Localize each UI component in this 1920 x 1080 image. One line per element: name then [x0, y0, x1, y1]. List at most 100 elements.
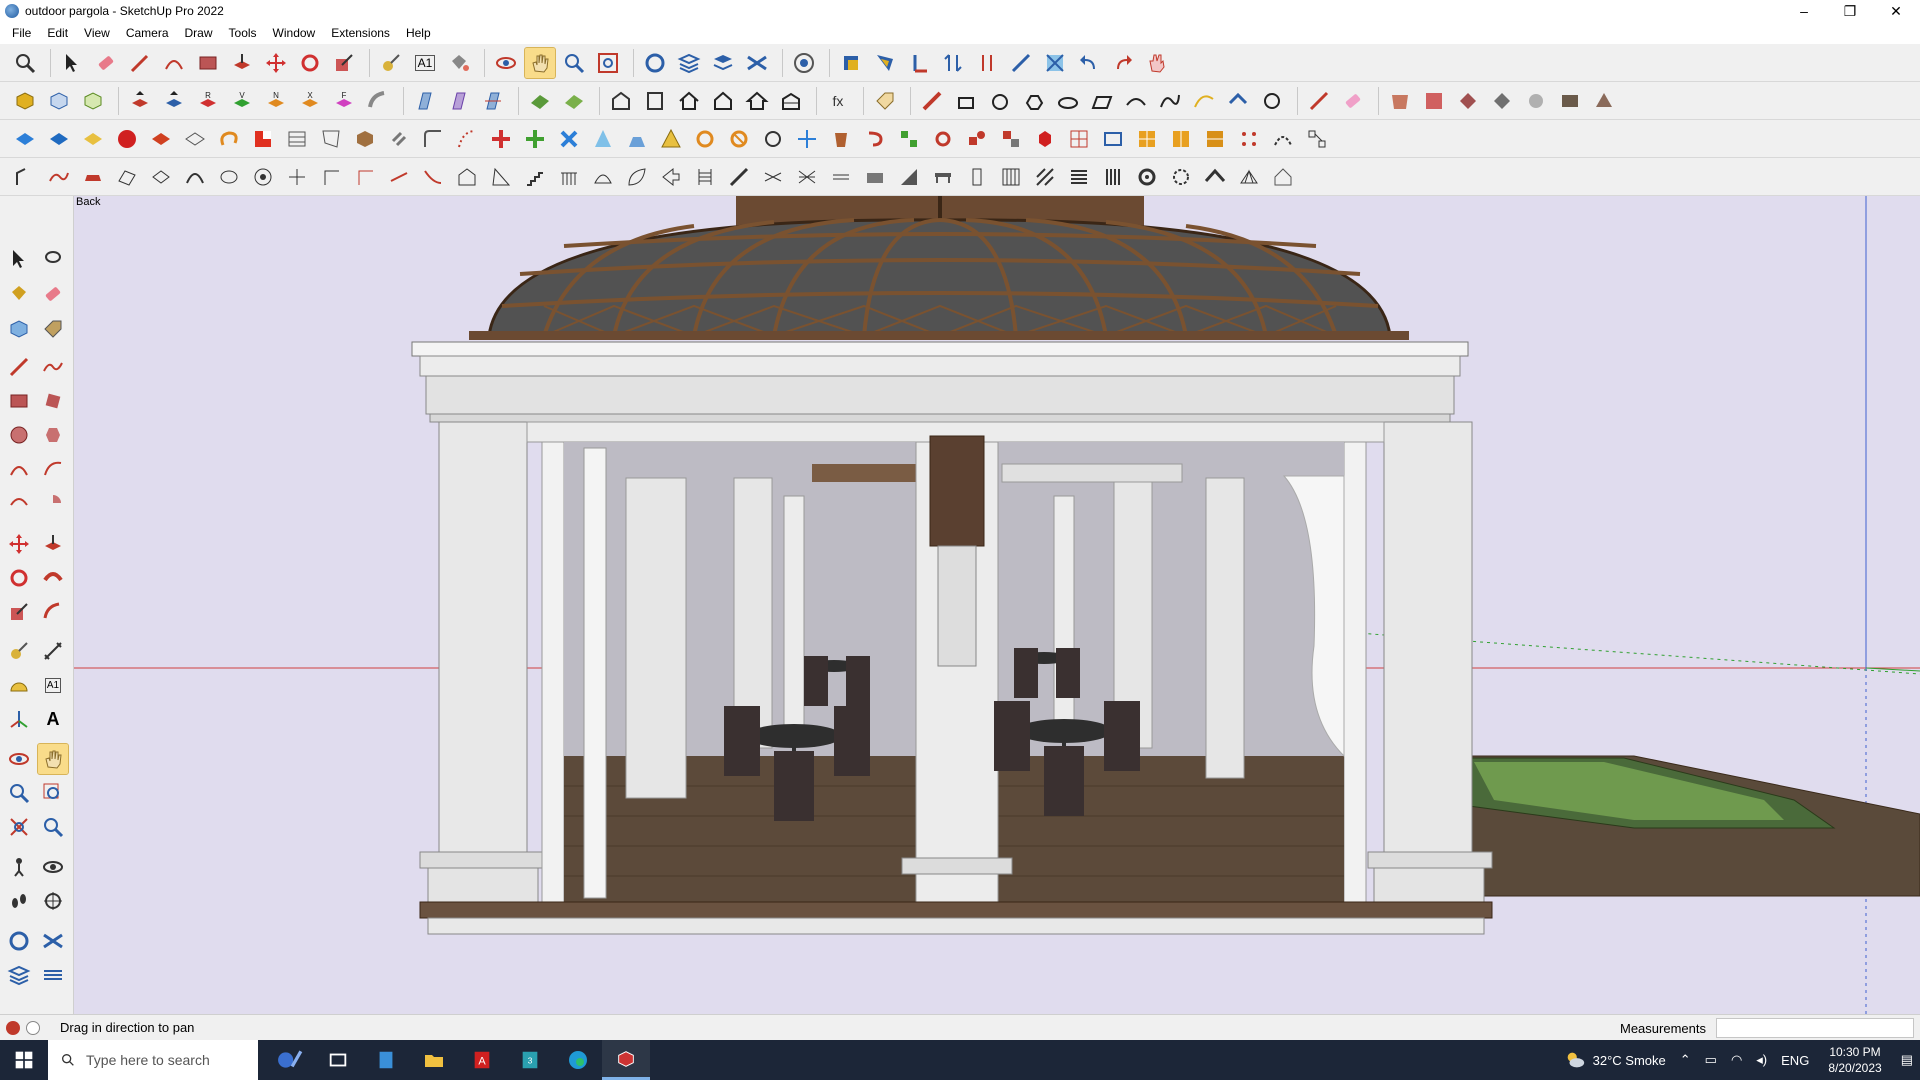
sandbox-contours-icon[interactable]: [525, 86, 555, 116]
blue-diamond-icon[interactable]: [44, 124, 74, 154]
texture-5-icon[interactable]: [1521, 86, 1551, 116]
styles-icon[interactable]: [640, 48, 670, 78]
outline-plane-icon[interactable]: [180, 124, 210, 154]
house-frame-icon[interactable]: [452, 162, 482, 192]
notification-icon[interactable]: ▤: [1901, 1052, 1913, 1068]
outline-shape-4-icon[interactable]: [214, 162, 244, 192]
green-cross-icon[interactable]: [520, 124, 550, 154]
model-info-icon[interactable]: [640, 86, 670, 116]
dome-icon[interactable]: [588, 162, 618, 192]
vertex-tool-icon[interactable]: [10, 162, 40, 192]
start-button[interactable]: [0, 1040, 48, 1080]
link-icon[interactable]: [384, 124, 414, 154]
follow-me-icon[interactable]: [38, 563, 68, 593]
fountain-icon[interactable]: [622, 124, 652, 154]
blue-plane-icon[interactable]: [10, 124, 40, 154]
menu-edit[interactable]: Edit: [39, 26, 76, 40]
previous-view-icon[interactable]: [38, 812, 68, 842]
shape-rect-icon[interactable]: [951, 86, 981, 116]
zoom-extents-icon[interactable]: [4, 812, 34, 842]
bench-icon[interactable]: [928, 162, 958, 192]
zoom-tool-icon[interactable]: [559, 48, 589, 78]
freehand-icon[interactable]: [38, 352, 68, 382]
orange-circle-icon[interactable]: [690, 124, 720, 154]
pan-hand-icon[interactable]: [37, 743, 69, 775]
extension-warehouse-icon[interactable]: [836, 48, 866, 78]
line-icon[interactable]: [4, 352, 34, 382]
paint-bucket-icon[interactable]: [4, 279, 34, 309]
grid-multi-icon[interactable]: [1064, 124, 1094, 154]
text-tool-icon[interactable]: A1: [38, 670, 68, 700]
roof-icon[interactable]: [1200, 162, 1230, 192]
battery-icon[interactable]: ▭: [1705, 1052, 1717, 1068]
shadows-icon[interactable]: [38, 926, 68, 956]
move-icon[interactable]: [261, 48, 291, 78]
menu-view[interactable]: View: [76, 26, 118, 40]
curve-icon[interactable]: [1121, 86, 1151, 116]
red-path-icon[interactable]: [44, 162, 74, 192]
two-point-arc-icon[interactable]: [38, 454, 68, 484]
green-array-icon[interactable]: [894, 124, 924, 154]
multi-line-2-icon[interactable]: [792, 162, 822, 192]
dimension-icon[interactable]: [38, 636, 68, 666]
tape-measure-icon[interactable]: [376, 48, 406, 78]
rotate-small-icon[interactable]: [758, 124, 788, 154]
line-red-icon[interactable]: [384, 162, 414, 192]
styles-icon[interactable]: [4, 926, 34, 956]
chevron-up-icon[interactable]: ⌃: [1680, 1052, 1691, 1068]
3ds-max-icon[interactable]: 3: [506, 1040, 554, 1080]
geo-location-icon[interactable]: [6, 1020, 20, 1035]
shape-circle-icon[interactable]: [985, 86, 1015, 116]
ruler-icon[interactable]: [917, 86, 947, 116]
acrobat-icon[interactable]: A: [458, 1040, 506, 1080]
frame-corner-icon[interactable]: [316, 162, 346, 192]
scale-icon[interactable]: [4, 597, 34, 627]
join-icon[interactable]: [1257, 86, 1287, 116]
texture-4-icon[interactable]: [1487, 86, 1517, 116]
extrude-green-icon[interactable]: V: [227, 86, 257, 116]
move-icon[interactable]: [4, 529, 34, 559]
circle-icon[interactable]: [4, 420, 34, 450]
eraser-icon[interactable]: [91, 48, 121, 78]
extrude-red-icon[interactable]: R: [193, 86, 223, 116]
red-cross-icon[interactable]: [486, 124, 516, 154]
slope-icon[interactable]: [894, 162, 924, 192]
outline-shape-1-icon[interactable]: [112, 162, 142, 192]
clock[interactable]: 10:30 PM 8/20/2023: [1828, 1044, 1881, 1076]
send-to-layout-icon[interactable]: [870, 48, 900, 78]
orange-grid-3-icon[interactable]: [1200, 124, 1230, 154]
erase-pink-icon[interactable]: [1338, 86, 1368, 116]
walk-icon[interactable]: [4, 886, 34, 916]
lasso-select-icon[interactable]: [38, 244, 68, 274]
hatch-icon[interactable]: [1030, 162, 1060, 192]
pillar-icon[interactable]: [962, 162, 992, 192]
taskbar-search[interactable]: Type here to search: [48, 1040, 258, 1080]
layers-icon[interactable]: [674, 48, 704, 78]
flip-icon[interactable]: [938, 48, 968, 78]
arc-icon[interactable]: [159, 48, 189, 78]
network-icon[interactable]: [1302, 124, 1332, 154]
rotate-icon[interactable]: [4, 563, 34, 593]
stripes-icon[interactable]: [1064, 162, 1094, 192]
orange-grid-2-icon[interactable]: [1166, 124, 1196, 154]
axis-cross-icon[interactable]: [792, 124, 822, 154]
protractor-icon[interactable]: [4, 670, 34, 700]
garage-icon[interactable]: [776, 86, 806, 116]
shape-ellipse-icon[interactable]: [1053, 86, 1083, 116]
dotted-curve-icon[interactable]: [452, 124, 482, 154]
section-cut-icon[interactable]: [478, 86, 508, 116]
section-fill-icon[interactable]: [444, 86, 474, 116]
dashed-arc-icon[interactable]: [1268, 124, 1298, 154]
pie-icon[interactable]: [38, 488, 68, 518]
railing-icon[interactable]: [554, 162, 584, 192]
sketchup-taskbar-icon[interactable]: [602, 1040, 650, 1080]
extrude-orange-icon[interactable]: N: [261, 86, 291, 116]
box-wood-icon[interactable]: [350, 124, 380, 154]
function-icon[interactable]: fx: [823, 86, 853, 116]
extrude-blue-icon[interactable]: [159, 86, 189, 116]
multi-line-icon[interactable]: [758, 162, 788, 192]
red-plane-icon[interactable]: [146, 124, 176, 154]
menu-extensions[interactable]: Extensions: [323, 26, 398, 40]
three-point-arc-icon[interactable]: [4, 488, 34, 518]
orbit-icon[interactable]: [4, 744, 34, 774]
